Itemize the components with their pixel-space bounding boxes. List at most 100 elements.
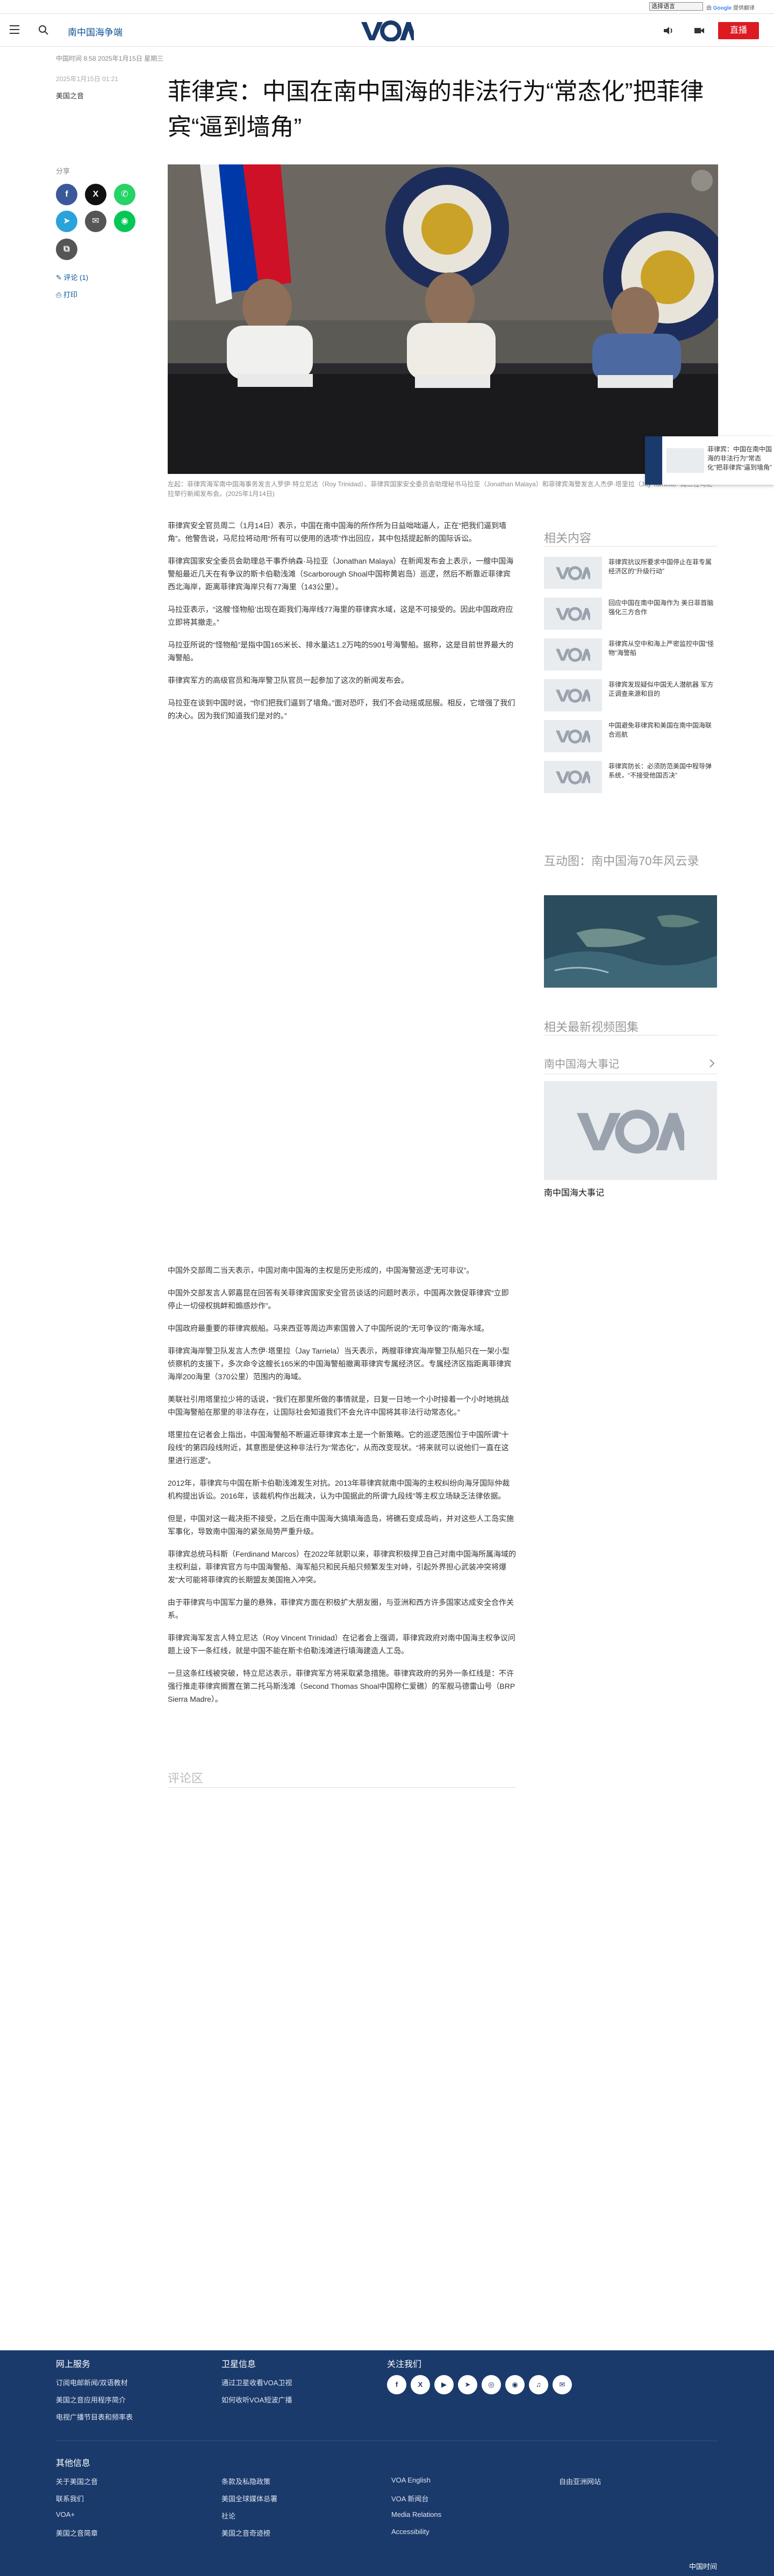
paragraph: 菲律宾总统马科斯（Ferdinand Marcos）在2022年就职以来，菲律宾… (168, 1550, 516, 1584)
video-icon[interactable] (693, 25, 705, 36)
footer-link[interactable]: VOA English (391, 2476, 431, 2484)
footer-link[interactable]: VOA+ (56, 2510, 75, 2519)
related-item[interactable]: 菲律宾从空中和海上严密监控中国“怪物”海警船 (544, 638, 717, 671)
footer-link[interactable]: 条款及私隐政策 (221, 2476, 270, 2486)
translate-powered-suffix: 提供翻译 (733, 5, 755, 11)
related-title: 菲律宾防长：必须防范美国中程导弹系统，“不接受他国否决” (608, 762, 712, 779)
translate-powered-prefix: 由 (706, 5, 712, 11)
search-icon[interactable] (38, 24, 49, 36)
footer-link[interactable]: 美国之音奇迹榜 (221, 2528, 270, 2538)
menu-icon[interactable] (10, 25, 19, 34)
meta-line: 中国时间 8:58 2025年1月15日 星期三 (56, 55, 164, 62)
article-body-top: 菲律宾安全官员周二（1月14日）表示，中国在南中国海的所作所为日益咄咄逼人，正在… (168, 519, 516, 732)
footer-link[interactable]: VOA 新闻台 (391, 2493, 428, 2503)
print-link[interactable]: ⎙ 打印 (56, 289, 77, 299)
translate-bar: 选择语言 由 Google 提供翻译 (0, 0, 774, 14)
live-button[interactable]: 直播 (718, 22, 759, 39)
footer-link[interactable]: 如何收听VOA短波广播 (221, 2394, 292, 2405)
voa-logo[interactable] (361, 20, 414, 41)
paragraph: 中国外交部发言人郭嘉昆在回答有关菲律宾国家安全官员谈话的问题时表示，中国再次敦促… (168, 1289, 509, 1310)
related-item[interactable]: 中国避免菲律宾和美国在南中国海联合巡航 (544, 720, 717, 752)
related-item[interactable]: 回应中国在南中国海作为 美日菲首脑强化三方合作 (544, 598, 717, 630)
card-arrow-icon (645, 436, 662, 485)
timeline-heading[interactable]: 南中国海大事记 (544, 1055, 619, 1071)
language-select[interactable]: 选择语言 (649, 2, 703, 11)
other-info-heading: 其他信息 (56, 2459, 91, 2468)
related-thumbnail (544, 761, 602, 793)
site-header: 南中国海争端 直播 (0, 15, 774, 47)
related-thumbnail (544, 598, 602, 630)
related-heading: 相关内容 (544, 531, 592, 545)
footer-link[interactable]: 自由亚洲网站 (559, 2476, 601, 2486)
email-icon[interactable]: ✉ (553, 2375, 572, 2394)
comments-divider (168, 1787, 516, 1788)
expand-icon[interactable] (691, 170, 713, 191)
interactive-thumbnail[interactable] (544, 895, 717, 988)
related-thumbnail (544, 720, 602, 752)
page-title: 菲律宾：中国在南中国海的非法行为“常态化”把菲律宾“逼到墙角” (168, 78, 704, 140)
timeline-caption[interactable]: 南中国海大事记 (544, 1185, 604, 1198)
related-item[interactable]: 菲律宾防长：必须防范美国中程导弹系统，“不接受他国否决” (544, 761, 717, 793)
copy-link-icon[interactable]: ⧉ (56, 239, 77, 260)
line-share-icon[interactable]: ◉ (114, 211, 135, 232)
paragraph: 菲律宾安全官员周二（1月14日）表示，中国在南中国海的所作所为日益咄咄逼人，正在… (168, 521, 507, 543)
footer-link[interactable]: Media Relations (391, 2510, 441, 2519)
footer-link[interactable]: 美国全球媒体总署 (221, 2493, 277, 2503)
footer-link[interactable]: 订阅电邮新闻/双语教材 (56, 2377, 128, 2387)
x-icon[interactable]: X (411, 2375, 430, 2394)
x-share-icon[interactable]: X (85, 184, 106, 205)
whatsapp-share-icon[interactable]: ✆ (114, 184, 135, 205)
facebook-icon[interactable]: f (387, 2375, 406, 2394)
timeline-thumbnail[interactable] (544, 1081, 717, 1180)
audio-icon[interactable] (662, 25, 674, 36)
related-title: 中国避免菲律宾和美国在南中国海联合巡航 (608, 722, 712, 738)
comment-icon: ✎ (56, 274, 62, 282)
interactive-heading[interactable]: 互动图：南中国海70年风云录 (544, 853, 717, 869)
publish-date: 2025年1月15日 01:21 (56, 75, 119, 83)
paragraph: 塔里拉在记者会上指出，中国海警船不断逼近菲律宾本土是一个新策略。它的巡逻范围位于… (168, 1430, 509, 1465)
paragraph: 美联社引用塔里拉少将的话说，“我们在那里所做的事情就是，日复一日地一个小时接着一… (168, 1395, 509, 1416)
footer-brand: 中国时间 (689, 2563, 718, 2571)
site-footer: 网上服务 订阅电邮新闻/双语教材 美国之音应用程序简介 电视广播节目表和频率表 … (0, 2350, 774, 2576)
paragraph: 马拉亚在谈到中国时说，“你们把我们逼到了墙角。”面对恐吓，我们不会动摇或屈服。相… (168, 699, 515, 720)
related-item[interactable]: 菲律宾抗议所要求中国停止在菲专属经济区的“升级行动” (544, 557, 717, 589)
voa-placeholder-icon (556, 770, 590, 785)
paragraph: 由于菲律宾与中国军力量的悬殊，菲律宾方面在积极扩大朋友圈，与亚洲和西方许多国家达… (168, 1598, 514, 1620)
related-title: 菲律宾发现疑似中国无人潜航器 军方正调查来源和目的 (608, 681, 714, 697)
telegram-icon[interactable]: ➤ (458, 2375, 477, 2394)
article-category[interactable]: 美国之音 (56, 90, 84, 100)
chevron-right-icon[interactable] (708, 1059, 716, 1068)
related-item[interactable]: 菲律宾发现疑似中国无人潜航器 军方正调查来源和目的 (544, 679, 717, 711)
related-thumbnail (544, 679, 602, 711)
podcast-icon[interactable]: ♫ (529, 2375, 548, 2394)
telegram-share-icon[interactable]: ➤ (56, 211, 77, 232)
paragraph: 一旦这条红线被突破，特立尼达表示，菲律宾军方将采取紧急措施。菲律宾政府的另外一条… (168, 1669, 515, 1703)
youtube-icon[interactable]: ▶ (434, 2375, 454, 2394)
footer-link[interactable]: 美国之音应用程序简介 (56, 2394, 126, 2405)
satellite-heading: 卫星信息 (221, 2360, 256, 2369)
voa-placeholder-icon (556, 688, 590, 703)
footer-link[interactable]: 电视广播节目表和频率表 (56, 2412, 133, 2422)
footer-link[interactable]: 美国之音简章 (56, 2528, 98, 2538)
email-share-icon[interactable]: ✉ (85, 211, 106, 232)
press-conference-photo (168, 164, 718, 474)
voa-placeholder-icon (556, 566, 590, 580)
rss-icon[interactable]: ◉ (505, 2375, 525, 2394)
footer-link[interactable]: 通过卫星收看VOA卫视 (221, 2377, 292, 2387)
facebook-share-icon[interactable]: f (56, 184, 77, 205)
floating-related-card[interactable]: 菲律宾：中国在南中国海的非法行为“常态化”把菲律宾“逼到墙角” (645, 436, 774, 485)
footer-link[interactable]: 联系我们 (56, 2493, 84, 2503)
footer-link[interactable]: Accessibility (391, 2528, 429, 2536)
print-link-label: 打印 (63, 291, 78, 299)
online-services-heading: 网上服务 (56, 2360, 91, 2369)
article-body-bottom: 中国外交部周二当天表示，中国对南中国海的主权是历史形成的，中国海警巡逻“无可非议… (168, 1264, 516, 1715)
video-gallery-heading: 相关最新视频图集 (544, 1020, 639, 1034)
instagram-icon[interactable]: ◎ (482, 2375, 501, 2394)
section-link[interactable]: 南中国海争端 (68, 25, 123, 38)
voa-placeholder-icon (556, 729, 590, 744)
footer-link[interactable]: 关于美国之音 (56, 2476, 98, 2486)
footer-link[interactable]: 社论 (221, 2510, 235, 2521)
comments-link[interactable]: ✎ 评论 (1) (56, 272, 88, 282)
hero-image[interactable] (168, 164, 718, 474)
related-title: 菲律宾从空中和海上严密监控中国“怪物”海警船 (608, 640, 714, 657)
